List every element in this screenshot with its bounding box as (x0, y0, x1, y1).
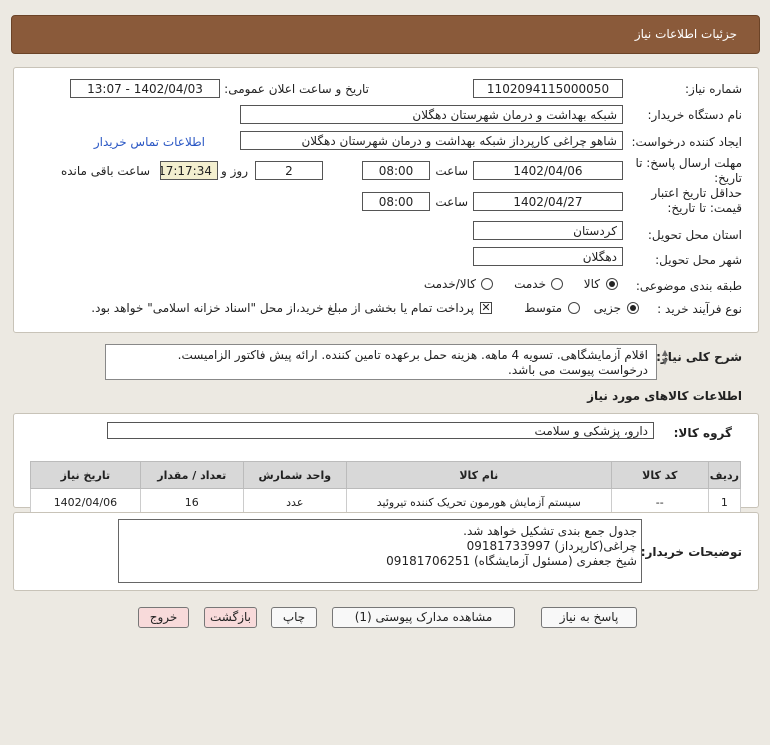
description-label: شرح کلی نیاز: (656, 350, 742, 364)
category-goods-service-label: کالا/خدمت (423, 277, 476, 291)
announce-label: تاریخ و ساعت اعلان عمومی: (224, 82, 369, 96)
treasury-checkbox[interactable]: ✕ (480, 302, 492, 314)
category-goods-label: کالا (583, 277, 600, 291)
goods-group-field: دارو، پزشکی و سلامت (107, 422, 654, 439)
purchase-radio-medium[interactable] (568, 302, 580, 314)
col-code: کد کالا (610, 461, 709, 489)
category-radio-goods-service[interactable] (481, 278, 493, 290)
col-date: تاریخ نیاز (30, 461, 141, 489)
need-number-label: شماره نیاز: (685, 82, 742, 96)
city-label: شهر محل تحویل: (655, 253, 742, 267)
col-qty: تعداد / مقدار (139, 461, 244, 489)
description-line1: اقلام آزمایشگاهی. تسویه 4 ماهه. هزینه حم… (177, 348, 648, 362)
category-service-label: خدمت (514, 277, 546, 291)
goods-section-title: اطلاعات کالاهای مورد نیاز (587, 389, 742, 403)
validity-date-field: 1402/04/27 (473, 192, 623, 211)
validity-time-label: ساعت (435, 195, 468, 209)
buyer-notes-line1: جدول جمع بندی تشکیل خواهد شد. (463, 524, 637, 538)
buyer-org-field: شبکه بهداشت و درمان شهرستان دهگلان (240, 105, 623, 124)
deadline-label: مهلت ارسال پاسخ: تا تاریخ: (635, 156, 742, 185)
days-label: روز و (221, 164, 248, 178)
announce-field: 1402/04/03 - 13:07 (70, 79, 220, 98)
back-button[interactable]: بازگشت (204, 607, 257, 628)
buyer-contact-link[interactable]: اطلاعات تماس خریدار (94, 135, 205, 149)
category-radio-goods[interactable] (606, 278, 618, 290)
scroll-arrows-icon[interactable]: ▲ ▼ (662, 348, 668, 366)
goods-table-header: ردیف کد کالا نام کالا واحد شمارش تعداد /… (30, 461, 742, 489)
attachments-button[interactable]: مشاهده مدارک پیوستی (1) (332, 607, 515, 628)
purchase-medium-label: متوسط (524, 301, 562, 315)
remaining-time-field: 17:17:34 (160, 161, 218, 180)
remaining-label: ساعت باقی مانده (60, 164, 150, 178)
category-radio-service[interactable] (551, 278, 563, 290)
days-field: 2 (255, 161, 323, 180)
description-box: اقلام آزمایشگاهی. تسویه 4 ماهه. هزینه حم… (105, 344, 668, 380)
purchase-minor-label: جزیی (593, 301, 621, 315)
treasury-note: پرداخت تمام یا بخشی از مبلغ خرید،از محل … (91, 301, 474, 315)
purchase-radio-minor[interactable] (627, 302, 639, 314)
validity-label-line1: حداقل تاریخ اعتبار (651, 186, 742, 200)
goods-group-label: گروه کالا: (673, 426, 732, 440)
col-name: نام کالا (345, 461, 612, 489)
category-label: طبقه بندی موضوعی: (635, 279, 742, 293)
province-label: استان محل تحویل: (647, 228, 742, 242)
creator-field: شاهو چراغی کارپرداز شبکه بهداشت و درمان … (240, 131, 623, 150)
buyer-notes-line2: چراغی(کارپرداز) 09181733997 (466, 539, 637, 553)
exit-button[interactable]: خروج (138, 607, 189, 628)
col-unit: واحد شمارش (242, 461, 347, 489)
page-title: جزئیات اطلاعات نیاز (634, 27, 737, 41)
deadline-time-field: 08:00 (362, 161, 430, 180)
reply-button[interactable]: پاسخ به نیاز (541, 607, 637, 628)
validity-label-line2: قیمت: تا تاریخ: (667, 201, 742, 215)
print-button[interactable]: چاپ (271, 607, 317, 628)
description-line2: درخواست پیوست می باشد. (508, 363, 648, 377)
city-field: دهگلان (473, 247, 623, 266)
purchase-type-label: نوع فرآیند خرید : (657, 302, 742, 316)
deadline-time-label: ساعت (435, 164, 468, 178)
goods-table: ردیف کد کالا نام کالا واحد شمارش تعداد /… (30, 461, 742, 516)
buyer-notes-label: توضیحات خریدار: (640, 545, 742, 559)
validity-time-field: 08:00 (362, 192, 430, 211)
creator-label: ایجاد کننده درخواست: (631, 135, 742, 149)
col-row: ردیف (707, 461, 742, 489)
page-header: جزئیات اطلاعات نیاز (11, 15, 760, 54)
buyer-notes-line3: شیخ جعفری (مسئول آزمایشگاه) 09181706251 (386, 554, 637, 568)
buyer-org-label: نام دستگاه خریدار: (647, 108, 743, 122)
deadline-date-field: 1402/04/06 (473, 161, 623, 180)
buyer-notes-box: جدول جمع بندی تشکیل خواهد شد. چراغی(کارپ… (118, 519, 642, 583)
need-number-field: 1102094115000050 (473, 79, 623, 98)
province-field: کردستان (473, 221, 623, 240)
